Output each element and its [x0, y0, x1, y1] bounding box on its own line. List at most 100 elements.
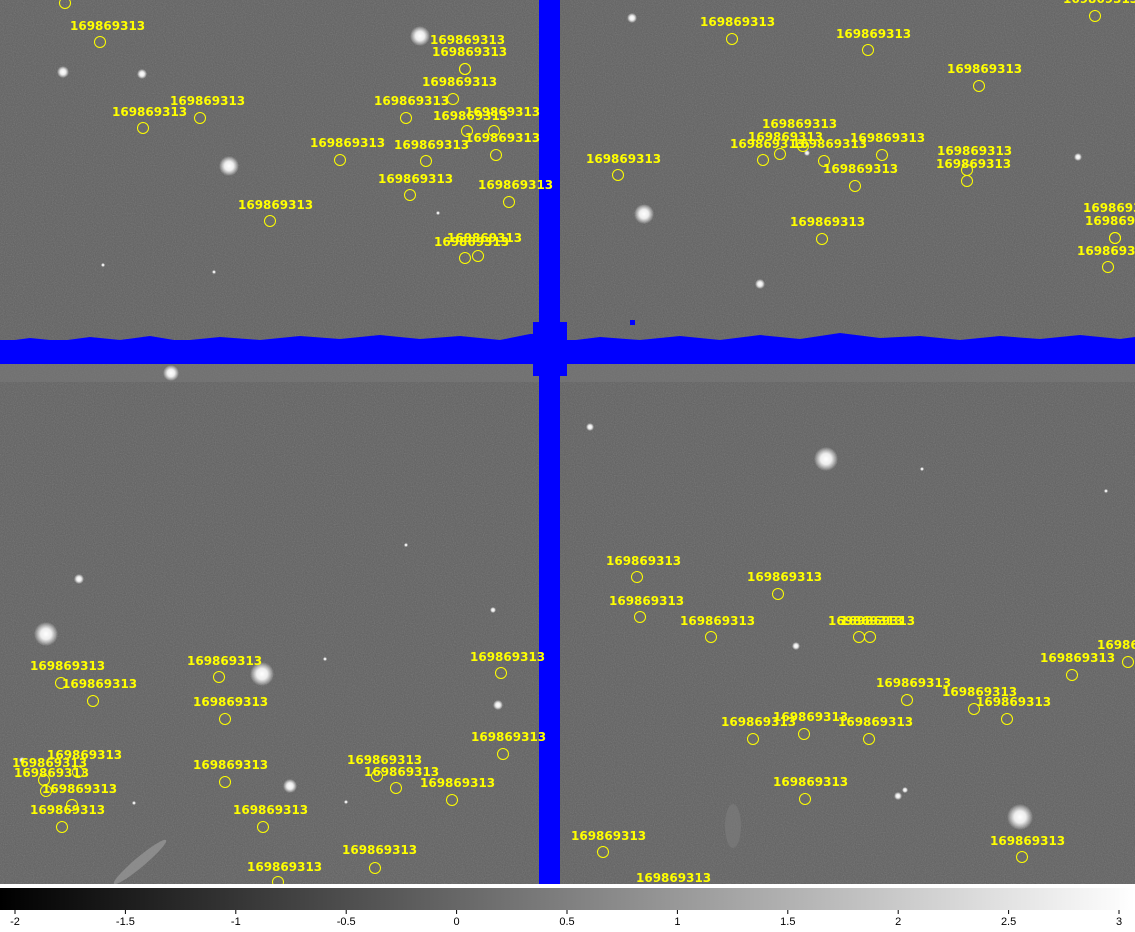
star [101, 263, 105, 267]
star [902, 787, 908, 793]
star [634, 204, 654, 224]
region-label: 169869313 [947, 62, 1022, 76]
region-label: 169869313 [187, 654, 262, 668]
region-label: 169869313 [1097, 638, 1135, 652]
star [283, 779, 297, 793]
region-label: 169869313 [773, 710, 848, 724]
region-label: 169869313 [193, 758, 268, 772]
star [34, 622, 58, 646]
star [219, 156, 239, 176]
colorbar-tick-label: -1.5 [116, 916, 135, 928]
extended-object [725, 804, 741, 848]
region-label: 169869313 [30, 803, 105, 817]
region-label: 169869313 [850, 131, 925, 145]
region-label: 169869313 [876, 676, 951, 690]
star [404, 543, 408, 547]
colorbar: -2 -1.5 -1 -0.5 0 0.5 1 1.5 2 2.5 3 [0, 884, 1135, 928]
star [586, 423, 594, 431]
region-label: 169869313 [700, 15, 775, 29]
star [755, 279, 765, 289]
colorbar-tick-label: 2 [895, 916, 901, 928]
region-label: 169869313 [586, 152, 661, 166]
region-label: 169869313 [42, 782, 117, 796]
region-label: 169869313 [823, 162, 898, 176]
region-label: 169869313 [990, 834, 1065, 848]
colorbar-gradient [0, 888, 1135, 910]
colorbar-tick-label: 0.5 [559, 916, 574, 928]
image-frame[interactable]: 169869313 169869313 169869313 169869313 1698… [0, 0, 1135, 932]
star [920, 467, 924, 471]
colorbar-ticks: -2 -1.5 -1 -0.5 0 0.5 1 1.5 2 2.5 3 [10, 910, 1122, 928]
region-label: 169869313 [394, 138, 469, 152]
star [493, 700, 503, 710]
region-label: 169869313 [432, 45, 507, 59]
region-label: 169869313 [680, 614, 755, 628]
region-label: 169869313 [1083, 201, 1135, 215]
colorbar-tick-label: 1 [674, 916, 680, 928]
region-label: 169869313 [30, 659, 105, 673]
colorbar-tick-label: 3 [1116, 916, 1122, 928]
star [137, 69, 147, 79]
star [163, 365, 179, 381]
star [627, 13, 637, 23]
region-label: 169869313 [836, 27, 911, 41]
star [132, 801, 136, 805]
star [792, 642, 800, 650]
region-label: 169869313 [247, 860, 322, 874]
region-label: 169869313 [606, 554, 681, 568]
sky-noise [0, 0, 1135, 884]
region-label: 169869313 [976, 695, 1051, 709]
star [894, 792, 902, 800]
colorbar-tick-label: -0.5 [337, 916, 356, 928]
region-label: 169869313 [937, 144, 1012, 158]
region-label: 169869313 [378, 172, 453, 186]
star [57, 66, 69, 78]
region-label: 169869313 [471, 730, 546, 744]
star [814, 447, 838, 471]
star [490, 607, 496, 613]
star [1104, 489, 1108, 493]
region-label: 169869313 [609, 594, 684, 608]
region-label: 169869313 [233, 803, 308, 817]
region-label: 169869313 [12, 756, 87, 770]
colorbar-tick-label: 0 [454, 916, 460, 928]
region-label: 169869313 [838, 715, 913, 729]
region-label: 169869313 [636, 871, 711, 885]
colorbar-tick-label: 1.5 [780, 916, 795, 928]
region-label: 169869313 [1085, 214, 1135, 228]
region-label: 169869313 [374, 94, 449, 108]
star [436, 211, 440, 215]
region-label: 169869313 [571, 829, 646, 843]
region-label: 169869313 [1077, 244, 1135, 258]
region-label: 169869313 [342, 843, 417, 857]
region-label: 169869313 [773, 775, 848, 789]
region-label: 169869313 [193, 695, 268, 709]
region-label: 169869313 [840, 614, 915, 628]
colorbar-tick-label: -1 [231, 916, 241, 928]
region-label: 169869313 [310, 136, 385, 150]
star [1074, 153, 1082, 161]
image-viewer[interactable]: 169869313 169869313 169869313 169869313 1698… [0, 0, 1135, 932]
region-label: 169869313 [170, 94, 245, 108]
region-label: 169869313 [790, 215, 865, 229]
region-label: 169869313 [762, 117, 837, 131]
region-label: 169869313 [478, 178, 553, 192]
star [74, 574, 84, 584]
region-label: 169869313 [238, 198, 313, 212]
star [212, 270, 216, 274]
region-label: 169869313 [70, 19, 145, 33]
region-label: 169869313 [347, 753, 422, 767]
region-label: 169869313 [1040, 651, 1115, 665]
star [344, 800, 348, 804]
region-label: 169869313 [470, 650, 545, 664]
star [323, 657, 327, 661]
region-label: 169869313 [1063, 0, 1135, 6]
region-label: 169869313 [747, 570, 822, 584]
region-label: 169869313 [62, 677, 137, 691]
region-label: 169869313 [447, 231, 522, 245]
region-label: 169869313 [465, 105, 540, 119]
region-label: 169869313 [422, 75, 497, 89]
region-label: 169869313 [465, 131, 540, 145]
region-label: 169869313 [420, 776, 495, 790]
star [410, 26, 430, 46]
